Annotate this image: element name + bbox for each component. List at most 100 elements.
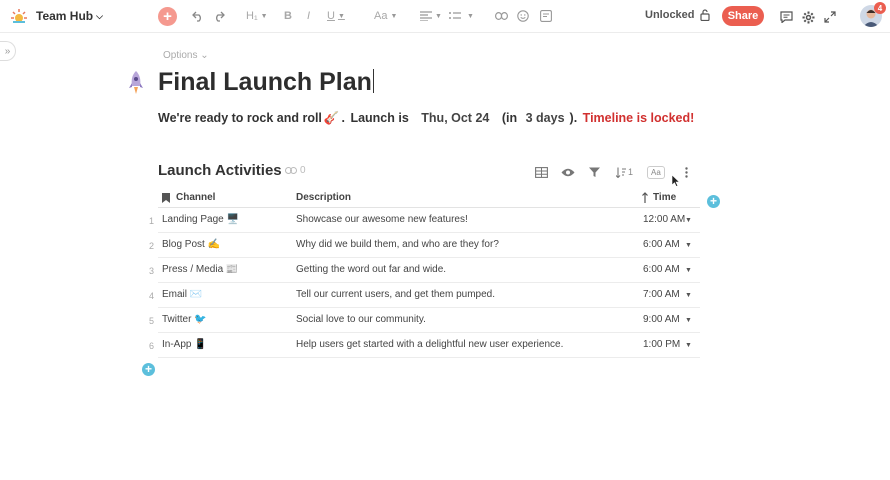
timeline-locked-text: Timeline is locked!: [582, 111, 695, 125]
time-cell[interactable]: 9:00 AM: [643, 314, 680, 325]
caret-down-icon[interactable]: ▼: [685, 217, 692, 224]
row-number: 5: [148, 316, 154, 326]
text-format-button[interactable]: Aa: [647, 165, 665, 179]
description-cell[interactable]: Help users get started with a delightful…: [296, 339, 563, 350]
description-cell[interactable]: Getting the word out far and wide.: [296, 264, 446, 275]
link-icon: [285, 167, 297, 174]
channel-cell[interactable]: Press / Media 📰: [162, 264, 238, 275]
caret-down-icon: ▼: [467, 12, 474, 20]
top-toolbar: Team Hub ⌵ + H₁ ▼ B I U ▼ Aa ▼ ▼ ▼ Unlocked…: [0, 0, 890, 33]
caret-down-icon[interactable]: ▼: [685, 342, 692, 349]
table-row[interactable]: 5 Twitter 🐦 Social love to our community…: [149, 308, 700, 333]
channel-cell[interactable]: In-App 📱: [162, 339, 207, 350]
aa-label: Aa: [647, 165, 665, 179]
redo-icon[interactable]: [213, 8, 225, 24]
rocket-icon[interactable]: [126, 70, 146, 96]
table-link-count[interactable]: 0: [285, 165, 306, 176]
caret-down-icon[interactable]: ▼: [685, 242, 692, 249]
description-cell[interactable]: Showcase our awesome new features!: [296, 214, 468, 225]
channel-cell[interactable]: Twitter 🐦: [162, 314, 207, 325]
row-number: 3: [148, 266, 154, 276]
link-icon[interactable]: [495, 8, 508, 24]
time-cell[interactable]: 6:00 AM: [643, 239, 680, 250]
caret-down-icon[interactable]: ▼: [685, 292, 692, 299]
add-column-button[interactable]: +: [707, 195, 720, 208]
time-cell[interactable]: 12:00 AM: [643, 214, 685, 225]
column-header-channel[interactable]: Channel: [162, 192, 215, 203]
days-remaining-chip[interactable]: 3 days: [523, 111, 568, 125]
chevron-down-icon: ⌵: [96, 10, 103, 21]
row-number: 4: [148, 291, 154, 301]
launch-date-chip[interactable]: Thu, Oct 24: [414, 111, 496, 125]
time-cell[interactable]: 7:00 AM: [643, 289, 680, 300]
table-view-icon[interactable]: [535, 165, 548, 179]
share-button[interactable]: Share: [722, 6, 764, 26]
table-row[interactable]: 2 Blog Post ✍️ Why did we build them, an…: [149, 233, 700, 258]
undo-icon[interactable]: [192, 8, 204, 24]
notification-badge: 4: [874, 2, 886, 14]
channel-cell[interactable]: Landing Page 🖥️: [162, 214, 239, 225]
bookmark-icon: [162, 192, 170, 203]
text-cursor: [372, 69, 374, 93]
italic-button[interactable]: I: [307, 8, 310, 24]
comment-box-icon[interactable]: [540, 8, 552, 24]
description-header-label: Description: [296, 192, 352, 203]
eye-icon[interactable]: [561, 165, 575, 179]
fullscreen-icon[interactable]: [824, 9, 836, 25]
page-title[interactable]: Final Launch Plan: [158, 68, 374, 97]
lock-icon: [699, 9, 710, 21]
sort-icon: [616, 167, 626, 178]
table-title[interactable]: Launch Activities: [158, 162, 282, 179]
time-cell[interactable]: 6:00 AM: [643, 264, 680, 275]
table-row[interactable]: 3 Press / Media 📰 Getting the word out f…: [149, 258, 700, 283]
description-cell[interactable]: Tell our current users, and get them pum…: [296, 289, 495, 300]
table-header-row: Channel Description Time: [158, 188, 700, 208]
align-dropdown[interactable]: ▼: [420, 8, 442, 24]
workspace-logo-icon[interactable]: [10, 7, 28, 25]
description-cell[interactable]: Social love to our community.: [296, 314, 426, 325]
font-size-dropdown[interactable]: Aa ▼: [374, 8, 397, 24]
table-row[interactable]: 1 Landing Page 🖥️ Showcase our awesome n…: [149, 208, 700, 233]
sort-button[interactable]: 1: [616, 165, 633, 179]
heading-icon: H₁: [246, 10, 258, 22]
caret-down-icon: ▼: [260, 12, 268, 20]
channel-cell[interactable]: Email ✉️: [162, 289, 202, 300]
caret-down-icon: ▼: [337, 12, 345, 20]
heading-dropdown[interactable]: H₁ ▼: [246, 8, 268, 24]
summary-dot: .: [341, 111, 345, 125]
underline-dropdown[interactable]: U ▼: [327, 8, 345, 24]
emoji-icon[interactable]: [517, 8, 529, 24]
options-dropdown[interactable]: Options ⌄: [163, 50, 209, 61]
column-header-time[interactable]: Time: [642, 192, 676, 203]
close-paren: ).: [569, 111, 578, 125]
summary-intro: We're ready to rock and roll: [158, 111, 322, 125]
lock-status-label: Unlocked: [645, 9, 695, 21]
bold-button[interactable]: B: [284, 8, 292, 24]
more-options-icon[interactable]: [685, 165, 688, 179]
description-cell[interactable]: Why did we build them, and who are they …: [296, 239, 499, 250]
table-row[interactable]: 4 Email ✉️ Tell our current users, and g…: [149, 283, 700, 308]
row-number: 6: [148, 341, 154, 351]
workspace-switcher[interactable]: Team Hub ⌵: [36, 8, 103, 24]
gear-icon[interactable]: [802, 9, 815, 25]
caret-down-icon[interactable]: ▼: [685, 267, 692, 274]
add-row-button[interactable]: +: [142, 363, 155, 376]
column-header-description[interactable]: Description: [296, 192, 351, 203]
underline-icon: U: [327, 10, 335, 22]
time-cell[interactable]: 1:00 PM: [643, 339, 680, 350]
list-dropdown[interactable]: ▼: [449, 8, 474, 24]
channel-cell[interactable]: Blog Post ✍️: [162, 239, 220, 250]
lock-toggle[interactable]: Unlocked: [645, 9, 710, 21]
comment-icon[interactable]: [780, 9, 793, 25]
table-row[interactable]: 6 In-App 📱 Help users get started with a…: [149, 333, 700, 358]
launch-activities-table: Channel Description Time 1 Landing Page …: [149, 188, 700, 358]
time-header-label: Time: [653, 192, 677, 203]
caret-down-icon[interactable]: ▼: [685, 317, 692, 324]
sort-arrow-up-icon: [642, 192, 648, 203]
font-size-icon: Aa: [374, 10, 388, 22]
link-count-value: 0: [300, 165, 306, 176]
expand-sidebar-icon[interactable]: »: [0, 41, 16, 61]
filter-icon[interactable]: [589, 165, 600, 179]
insert-button[interactable]: +: [158, 7, 177, 26]
row-number: 1: [148, 216, 154, 226]
